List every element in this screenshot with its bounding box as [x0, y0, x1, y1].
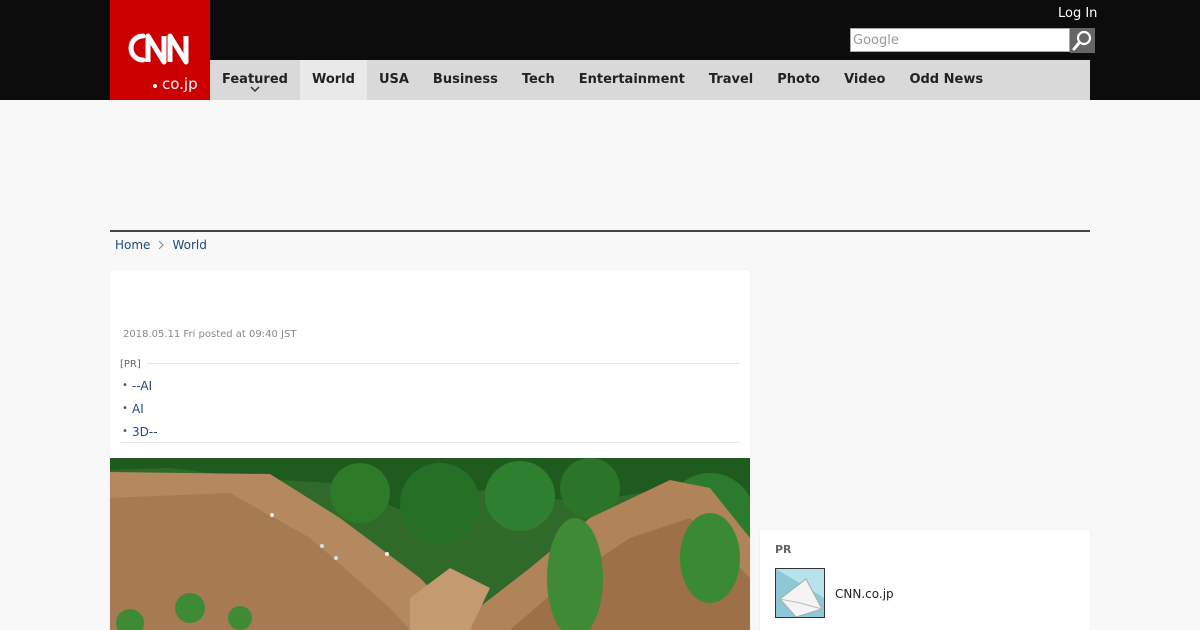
bullet-icon: •: [122, 426, 128, 437]
nav-usa[interactable]: USA: [367, 60, 421, 100]
article-photo: [110, 458, 750, 630]
pr-link-list: • --AI • AI • 3D--: [122, 374, 158, 443]
nav-tech[interactable]: Tech: [510, 60, 567, 100]
list-item: • 3D--: [122, 420, 158, 443]
nav-video[interactable]: Video: [832, 60, 897, 100]
mail-thumbnail[interactable]: [775, 568, 825, 618]
header-divider: [110, 230, 1090, 232]
login-link[interactable]: Log In: [1058, 6, 1097, 21]
cnn-logo[interactable]: co.jp: [110, 0, 210, 100]
nav-world-label: World: [311, 72, 355, 87]
nav-business[interactable]: Business: [421, 60, 510, 100]
nav-odd-news[interactable]: Odd News: [897, 60, 995, 100]
main-nav: Featured World USA Business Tech Enterta…: [210, 60, 1090, 100]
nav-travel[interactable]: Travel: [697, 60, 765, 100]
nav-world[interactable]: World: [299, 60, 367, 100]
nav-travel-label: Travel: [708, 72, 754, 87]
pr-link[interactable]: AI: [132, 402, 144, 416]
envelope-icon: [776, 569, 824, 617]
search-input[interactable]: [850, 28, 1070, 52]
list-item: • --AI: [122, 374, 158, 397]
chevron-down-icon: [250, 86, 260, 93]
nav-video-label: Video: [844, 72, 886, 87]
nav-business-label: Business: [432, 72, 498, 87]
posted-timestamp: 2018.05.11 Fri posted at 09:40 JST: [123, 329, 297, 340]
nav-usa-label: USA: [378, 72, 409, 87]
breadcrumb-home[interactable]: Home: [115, 238, 150, 252]
list-item: • AI: [122, 397, 158, 420]
pr-divider-top: [120, 363, 740, 364]
ad-banner-area: [110, 100, 1090, 230]
article-card: 2018.05.11 Fri posted at 09:40 JST [PR] …: [110, 270, 750, 630]
pr-link[interactable]: --AI: [132, 379, 152, 393]
nav-photo-label: Photo: [777, 72, 821, 87]
bullet-icon: •: [122, 380, 128, 391]
nav-odd-news-label: Odd News: [909, 72, 984, 87]
svg-text:co.jp: co.jp: [162, 75, 198, 93]
pr-label: [PR]: [120, 359, 147, 370]
nav-featured[interactable]: Featured: [210, 60, 300, 100]
bullet-icon: •: [122, 403, 128, 414]
breadcrumb-world[interactable]: World: [172, 238, 206, 252]
sidebar-pr-label: PR: [775, 543, 792, 556]
sidebar-pr-text[interactable]: CNN.co.jp: [835, 587, 894, 601]
search-button[interactable]: [1070, 28, 1095, 53]
search-icon: [1072, 30, 1092, 51]
nav-tech-label: Tech: [521, 72, 555, 87]
nav-entertainment-label: Entertainment: [578, 72, 685, 87]
chevron-right-icon: [159, 240, 165, 250]
sidebar-pr-card: PR CNN.co.jp: [760, 530, 1090, 630]
pr-link[interactable]: 3D--: [132, 425, 158, 439]
cnn-logo-mark: co.jp: [128, 33, 198, 93]
breadcrumb: Home World: [115, 238, 207, 252]
nav-photo[interactable]: Photo: [765, 60, 832, 100]
landslide-photo: [110, 458, 750, 630]
pr-divider-bottom: [120, 442, 740, 443]
nav-entertainment[interactable]: Entertainment: [567, 60, 697, 100]
